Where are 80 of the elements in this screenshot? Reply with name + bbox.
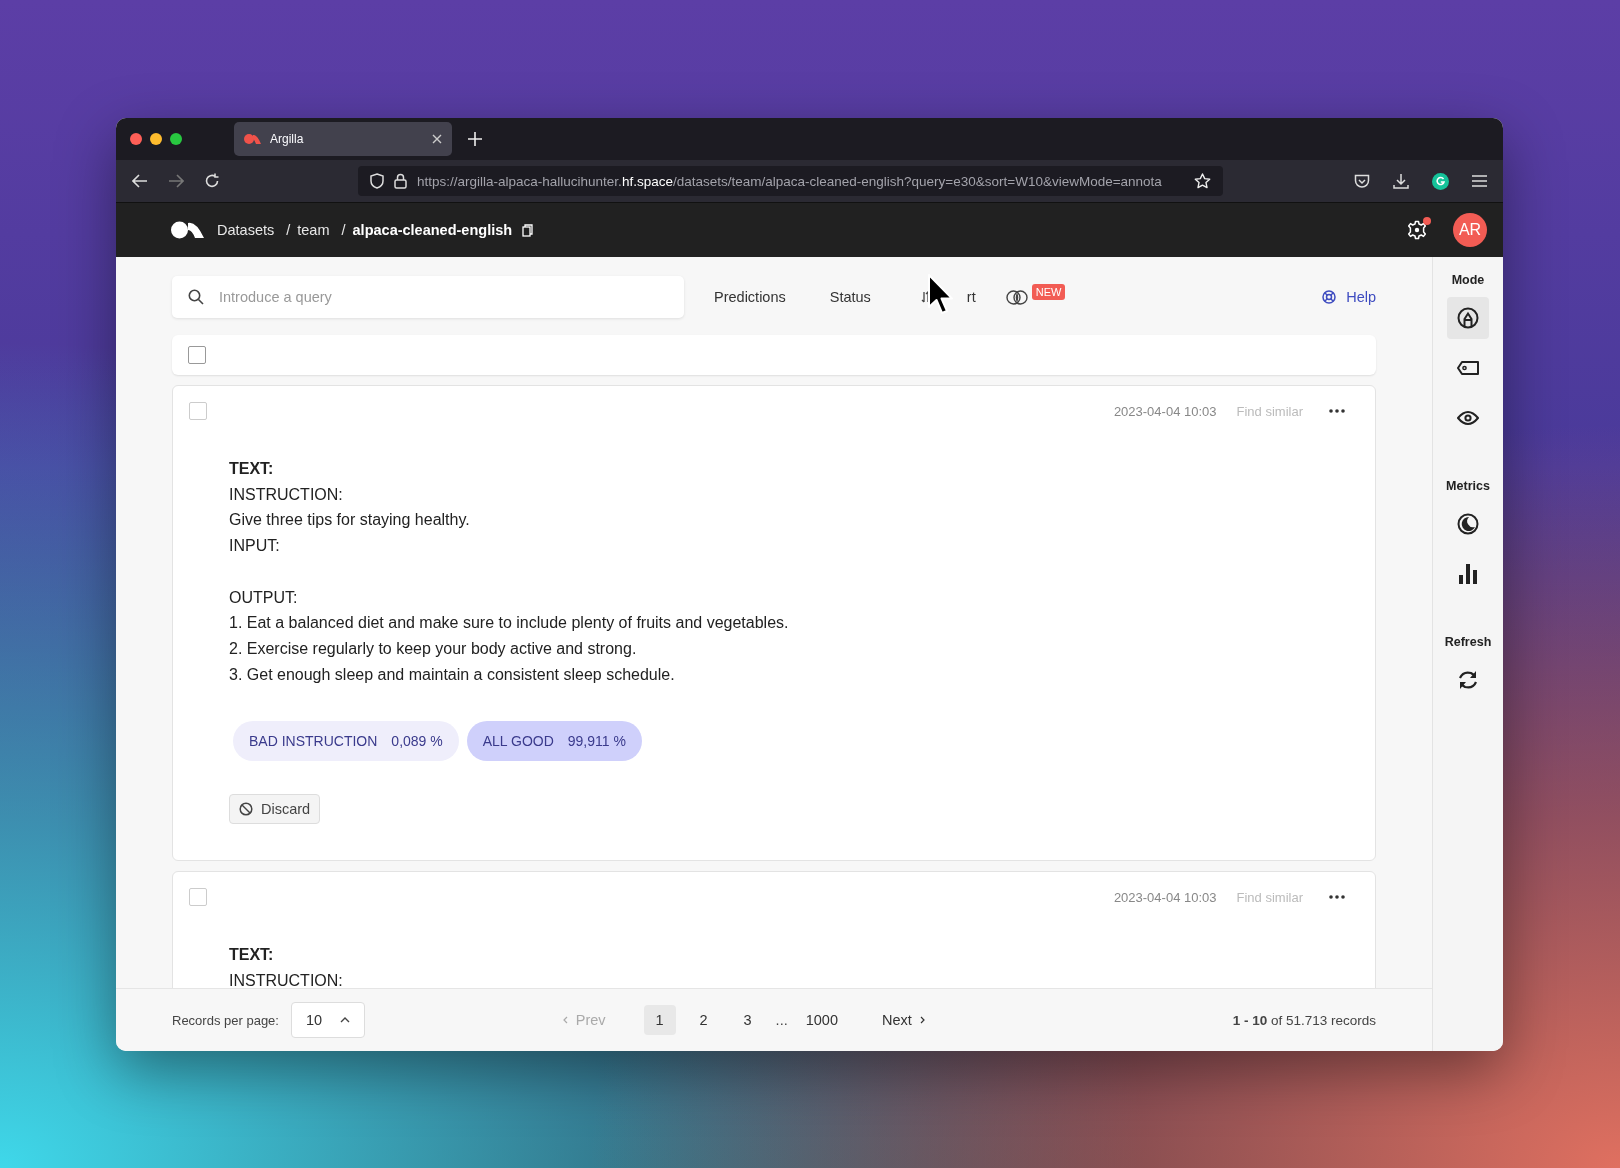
copy-icon[interactable] xyxy=(522,223,534,237)
argilla-logo-icon[interactable] xyxy=(171,221,205,239)
sidebar-section-title: Refresh xyxy=(1444,635,1492,649)
breadcrumb-separator: / xyxy=(341,222,346,238)
help-link[interactable]: Help xyxy=(1322,289,1376,305)
browser-tab[interactable]: Argilla xyxy=(234,122,452,156)
pocket-icon[interactable] xyxy=(1354,173,1370,189)
record-date: 2023-04-04 10:03 xyxy=(1113,889,1217,905)
chevron-left-icon xyxy=(562,1016,568,1024)
sidebar-section-title: Mode xyxy=(1451,273,1485,287)
select-all-checkbox[interactable] xyxy=(188,346,206,364)
overlapping-circles-icon[interactable] xyxy=(1005,289,1028,305)
record-text-line: INSTRUCTION: xyxy=(229,484,344,505)
bookmark-star-icon[interactable] xyxy=(1194,173,1211,189)
chevron-right-icon xyxy=(919,1016,925,1024)
records-per-page-label: Records per page: xyxy=(172,1012,279,1028)
search-icon xyxy=(188,289,204,305)
more-options-icon[interactable] xyxy=(1329,895,1345,900)
chevron-up-icon xyxy=(339,1017,350,1023)
discard-button[interactable]: Discard xyxy=(229,794,321,825)
records-count: 1 - 10 of 51.713 records xyxy=(1232,1012,1376,1028)
record-checkbox[interactable] xyxy=(189,402,207,420)
block-icon xyxy=(239,802,253,817)
record-text-line: INSTRUCTION: xyxy=(229,971,344,988)
menu-icon[interactable] xyxy=(1472,175,1487,187)
forward-icon[interactable] xyxy=(168,174,184,188)
page-button[interactable]: 1000 xyxy=(799,1005,844,1035)
mouse-cursor-icon xyxy=(926,273,955,317)
eye-icon xyxy=(1457,410,1479,426)
new-tab-icon[interactable] xyxy=(468,132,482,146)
refresh-icon xyxy=(1457,669,1479,691)
record-text-line: 3. Get enough sleep and maintain a consistent sleep schedule. xyxy=(229,664,676,685)
record-text-line: Give three tips for staying healthy. xyxy=(229,510,471,531)
half-circle-icon xyxy=(1457,513,1479,535)
label-chip[interactable]: ALL GOOD 99,911 % xyxy=(466,721,642,762)
field-heading: TEXT: xyxy=(229,945,275,966)
back-icon[interactable] xyxy=(132,174,148,188)
argilla-logo-icon xyxy=(244,133,262,145)
page-button[interactable]: 2 xyxy=(687,1005,720,1035)
address-bar[interactable]: https://argilla-alpaca-hallucihunter.hf.space/datasets/team/alpaca-cleaned-english?query=e30&sort=W10&viewMode=annota xyxy=(358,166,1223,196)
close-tab-icon[interactable] xyxy=(432,134,442,144)
next-page-button[interactable]: Next xyxy=(875,1011,931,1029)
breadcrumb-link[interactable]: Datasets xyxy=(217,222,275,238)
record-text-line: 1. Eat a balanced diet and make sure to include plenty of fruits and vegetables. xyxy=(229,613,790,634)
tag-icon xyxy=(1457,361,1479,375)
records-per-page-select[interactable]: 10 xyxy=(290,1002,365,1038)
breadcrumb-separator: / xyxy=(286,222,291,238)
shield-icon xyxy=(370,173,384,189)
search-field[interactable]: Introduce a query xyxy=(172,276,684,318)
close-window-button[interactable] xyxy=(130,133,142,145)
filter-dropdown[interactable]: Predictions xyxy=(714,289,786,305)
record-text-line: OUTPUT: xyxy=(229,587,299,608)
minimize-window-button[interactable] xyxy=(150,133,162,145)
record-text-line: INPUT: xyxy=(229,536,281,557)
lifebuoy-icon xyxy=(1322,290,1337,304)
record-checkbox[interactable] xyxy=(189,888,207,907)
label-chip[interactable]: BAD INSTRUCTION 0,089 % xyxy=(233,721,459,762)
sort-dropdown[interactable]: rt xyxy=(920,289,976,305)
record-date: 2023-04-04 10:03 xyxy=(1113,403,1217,419)
page-button[interactable]: 1 xyxy=(643,1005,676,1035)
bar-chart-icon xyxy=(1459,564,1477,584)
field-heading: TEXT: xyxy=(229,459,275,479)
pen-in-circle-icon xyxy=(1457,307,1479,329)
lock-icon xyxy=(394,173,407,189)
extension-icon[interactable] xyxy=(1432,172,1449,190)
new-badge: NEW xyxy=(1031,283,1066,300)
breadcrumb-link[interactable]: alpaca-cleaned-english xyxy=(352,222,513,238)
settings-icon[interactable] xyxy=(1407,220,1427,240)
maximize-window-button[interactable] xyxy=(170,133,182,145)
page-ellipsis: ... xyxy=(775,1012,788,1028)
page-button[interactable]: 3 xyxy=(731,1005,764,1035)
more-options-icon[interactable] xyxy=(1329,409,1345,413)
download-icon[interactable] xyxy=(1393,173,1409,189)
filter-dropdown[interactable]: Status xyxy=(829,289,871,305)
sidebar-section-title: Metrics xyxy=(1446,479,1490,493)
reload-icon[interactable] xyxy=(204,173,220,189)
sort-icon xyxy=(920,291,931,303)
annotate-mode-button[interactable] xyxy=(1447,297,1489,339)
record-text-line: 2. Exercise regularly to keep your body active and strong. xyxy=(229,638,638,659)
breadcrumb-link[interactable]: team xyxy=(297,222,330,238)
